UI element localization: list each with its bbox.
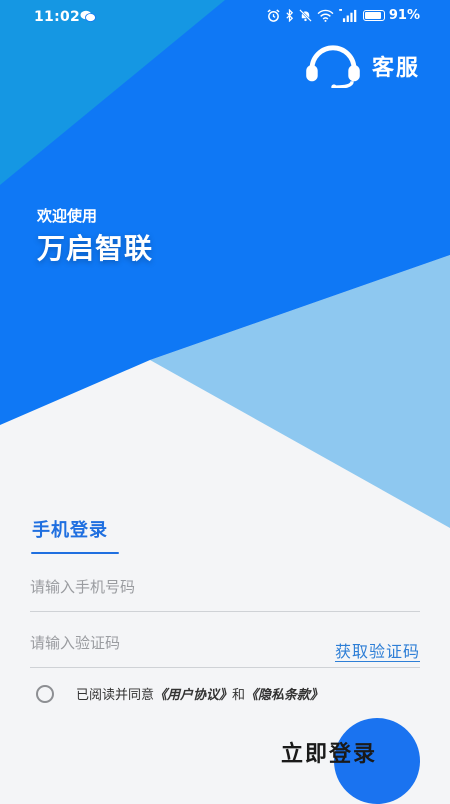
get-code-button[interactable]: 获取验证码 (335, 638, 420, 662)
tab-active-indicator (31, 552, 119, 554)
customer-service-label: 客服 (371, 56, 420, 81)
app-name-title: 万启智联 (37, 232, 154, 265)
alarm-icon (267, 9, 280, 22)
agreement-row: 已阅读并同意 《用户协议》 和 《隐私条款》 (36, 684, 323, 703)
code-field-divider (30, 667, 420, 668)
phone-field-row (30, 575, 420, 612)
welcome-subtitle: 欢迎使用 (37, 207, 98, 225)
status-time: 11:02 (34, 9, 81, 25)
bluetooth-icon (286, 9, 293, 22)
welcome-block: 欢迎使用 万启智联 (37, 205, 153, 267)
wifi-icon (317, 9, 334, 22)
tab-phone-login-label: 手机登录 (32, 520, 108, 541)
phone-number-input[interactable] (30, 575, 420, 599)
tab-phone-login[interactable]: 手机登录 (31, 516, 119, 554)
privacy-policy-link[interactable]: 《隐私条款》 (245, 684, 323, 703)
user-agreement-link[interactable]: 《用户协议》 (154, 684, 232, 703)
customer-service-button[interactable]: 客服 (304, 44, 420, 88)
agreement-prefix: 已阅读并同意 (76, 688, 155, 703)
background-shapes (0, 0, 450, 800)
battery-percent: 91% (388, 8, 420, 23)
mute-bell-icon (299, 9, 312, 22)
wechat-icon (80, 10, 96, 22)
agreement-checkbox[interactable] (36, 684, 54, 703)
battery-indicator: 91% (362, 8, 420, 23)
status-bar: 11:02 91% (0, 0, 450, 34)
headset-icon (306, 45, 360, 88)
battery-icon (362, 10, 385, 21)
agreement-conjunction: 和 (232, 688, 246, 703)
login-button[interactable]: 立即登录 (281, 736, 377, 768)
phone-field-divider (30, 611, 420, 612)
signal-icon (339, 9, 357, 22)
